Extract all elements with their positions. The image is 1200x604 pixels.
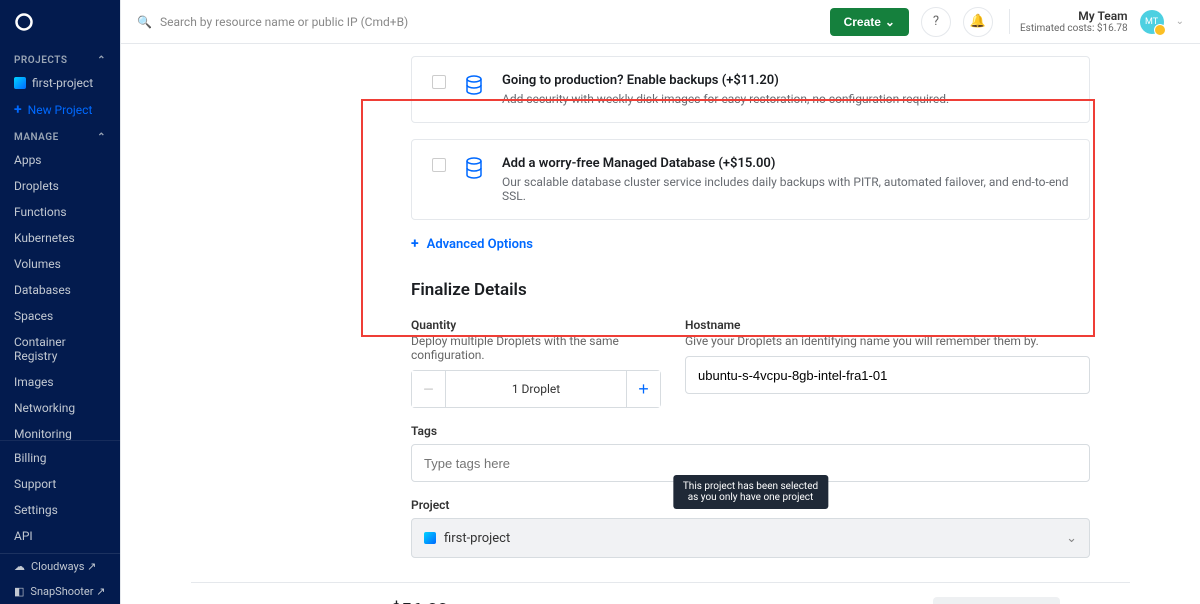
sidebar-extra[interactable]: ☁Cloudways ↗ xyxy=(0,554,120,579)
sidebar-item[interactable]: Apps xyxy=(0,147,120,173)
help-icon[interactable]: ? xyxy=(921,7,951,37)
team-info: My Team Estimated costs: $16.78 xyxy=(1009,9,1128,34)
summary-bar: $56.00/month $0.083/hour CREATE VIA COMM… xyxy=(191,582,1130,604)
sidebar-item[interactable]: Settings xyxy=(0,497,120,523)
project-icon xyxy=(14,77,26,89)
quantity-group: Quantity Deploy multiple Droplets with t… xyxy=(411,318,661,408)
hostname-group: Hostname Give your Droplets an identifyi… xyxy=(685,318,1090,408)
plus-icon: + xyxy=(14,102,22,118)
sidebar-item[interactable]: Volumes xyxy=(0,251,120,277)
sidebar-item[interactable]: Kubernetes xyxy=(0,225,120,251)
advanced-options[interactable]: + Advanced Options xyxy=(411,236,1090,252)
sidebar-project-first[interactable]: first-project xyxy=(0,70,120,96)
option-database[interactable]: Add a worry-free Managed Database (+$15.… xyxy=(411,139,1090,220)
qty-decrease-button[interactable]: − xyxy=(412,371,446,407)
sidebar-item[interactable]: Container Registry xyxy=(0,329,120,369)
sidebar-item[interactable]: Support xyxy=(0,471,120,497)
quantity-stepper: − 1 Droplet + xyxy=(411,370,661,408)
option-desc: Add security with weekly disk images for… xyxy=(502,92,1069,106)
hostname-help: Give your Droplets an identifying name y… xyxy=(685,334,1090,348)
bell-icon[interactable]: 🔔 xyxy=(963,7,993,37)
sidebar-section-manage: MANAGE ⌃ xyxy=(0,124,120,147)
sidebar-new-project[interactable]: + New Project xyxy=(0,96,120,124)
chevron-up-icon[interactable]: ⌃ xyxy=(97,55,106,66)
hostname-input[interactable] xyxy=(685,356,1090,394)
chevron-up-icon[interactable]: ⌃ xyxy=(97,132,106,143)
price: $56.00/month xyxy=(391,600,494,604)
chevron-down-icon[interactable]: ⌄ xyxy=(1176,16,1184,27)
sidebar: PROJECTS ⌃ first-project + New Project M… xyxy=(0,0,120,604)
sidebar-item[interactable]: Images xyxy=(0,369,120,395)
chevron-down-icon: ⌄ xyxy=(885,15,895,29)
tags-label: Tags xyxy=(411,424,1090,438)
sidebar-section-projects: PROJECTS ⌃ xyxy=(0,47,120,70)
topbar: 🔍 Search by resource name or public IP (… xyxy=(121,0,1200,44)
search-input[interactable]: 🔍 Search by resource name or public IP (… xyxy=(137,15,818,29)
disk-icon xyxy=(462,73,486,101)
option-desc: Our scalable database cluster service in… xyxy=(502,175,1069,203)
content: Going to production? Enable backups (+$1… xyxy=(121,44,1200,604)
checkbox[interactable] xyxy=(432,75,446,89)
tags-group: Tags xyxy=(411,424,1090,482)
search-icon: 🔍 xyxy=(137,15,152,29)
chevron-down-icon: ⌄ xyxy=(1066,531,1077,546)
database-icon xyxy=(462,156,486,184)
create-droplet-button[interactable]: Create Droplet xyxy=(933,597,1060,604)
sidebar-item[interactable]: Droplets xyxy=(0,173,120,199)
project-icon xyxy=(424,532,436,544)
hostname-label: Hostname xyxy=(685,318,1090,332)
option-title: Add a worry-free Managed Database (+$15.… xyxy=(502,156,1069,171)
finalize-heading: Finalize Details xyxy=(411,280,1090,300)
plus-icon: + xyxy=(411,236,419,252)
project-group: Project This project has been selected a… xyxy=(411,498,1090,558)
qty-increase-button[interactable]: + xyxy=(626,371,660,407)
sidebar-item[interactable]: API xyxy=(0,523,120,549)
option-title: Going to production? Enable backups (+$1… xyxy=(502,73,1069,88)
tooltip: This project has been selected as you on… xyxy=(673,475,828,509)
sidebar-item[interactable]: Databases xyxy=(0,277,120,303)
main: 🔍 Search by resource name or public IP (… xyxy=(120,0,1200,604)
logo[interactable] xyxy=(0,0,120,47)
create-button[interactable]: Create⌄ xyxy=(830,8,909,36)
avatar[interactable]: MT xyxy=(1140,10,1164,34)
sidebar-item[interactable]: Spaces xyxy=(0,303,120,329)
sidebar-item[interactable]: Billing xyxy=(0,445,120,471)
sidebar-extra[interactable]: ◧SnapShooter ↗ xyxy=(0,579,120,604)
project-select[interactable]: This project has been selected as you on… xyxy=(411,518,1090,558)
quantity-help: Deploy multiple Droplets with the same c… xyxy=(411,334,661,362)
sidebar-manage-list: Apps Droplets Functions Kubernetes Volum… xyxy=(0,147,120,440)
quantity-label: Quantity xyxy=(411,318,661,332)
checkbox[interactable] xyxy=(432,158,446,172)
sidebar-item[interactable]: Monitoring xyxy=(0,421,120,440)
sidebar-item[interactable]: Networking xyxy=(0,395,120,421)
sidebar-item[interactable]: Functions xyxy=(0,199,120,225)
qty-value: 1 Droplet xyxy=(446,371,626,407)
option-backups[interactable]: Going to production? Enable backups (+$1… xyxy=(411,56,1090,123)
